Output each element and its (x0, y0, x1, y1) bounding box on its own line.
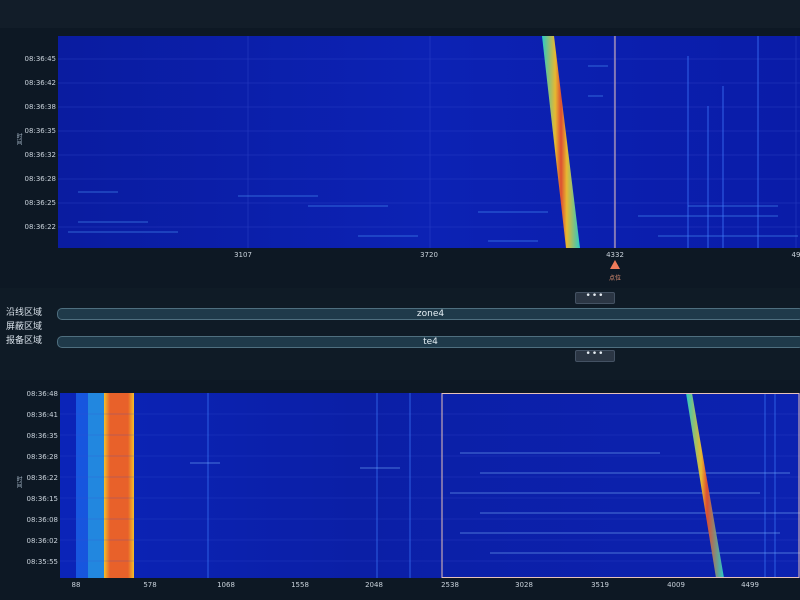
top-y-tick: 08:36:38 (24, 103, 56, 111)
bottom-x-tick: 2048 (365, 581, 383, 589)
top-x-tick: 4332 (606, 251, 624, 259)
top-x-tick: 3720 (420, 251, 438, 259)
bottom-x-tick: 2538 (441, 581, 459, 589)
bottom-x-tick: 88 (71, 581, 81, 589)
bottom-x-tick: 1068 (217, 581, 235, 589)
top-x-tick: 3107 (234, 251, 252, 259)
top-y-tick: 08:36:25 (24, 199, 56, 207)
bottom-waterfall-svg (60, 393, 800, 578)
top-waterfall-plot[interactable] (58, 36, 800, 248)
bottom-y-tick: 08:36:15 (26, 495, 58, 503)
zone-label: 报备区域 (6, 336, 43, 346)
bottom-x-tick: 3028 (515, 581, 533, 589)
bottom-y-axis: 08:36:48 08:36:41 08:36:35 08:36:28 08:3… (0, 390, 58, 579)
bottom-x-tick: 4009 (667, 581, 685, 589)
zone-label: 沿线区域 (6, 308, 43, 318)
more-button-top[interactable]: ••• (575, 292, 615, 304)
top-x-tick: 49 (791, 251, 800, 259)
bottom-x-tick: 4499 (741, 581, 759, 589)
top-waterfall-panel: 时间 08:36:45 08:36:42 08:36:38 08:36:35 0… (0, 28, 800, 288)
top-y-tick: 08:36:22 (24, 223, 56, 231)
top-y-tick: 08:36:32 (24, 151, 56, 159)
bottom-x-tick: 3519 (591, 581, 609, 589)
bottom-y-tick: 08:36:02 (26, 537, 58, 545)
bottom-waterfall-plot[interactable] (60, 393, 800, 578)
top-toolbar (0, 0, 800, 29)
zone-row-shielded: 屏蔽区域 (0, 320, 800, 334)
top-y-tick: 08:36:35 (24, 127, 56, 135)
top-y-axis: 08:36:45 08:36:42 08:36:38 08:36:35 08:3… (0, 36, 56, 248)
zone-row-along-line: 沿线区域 zone4 (0, 306, 800, 320)
top-y-tick: 08:36:28 (24, 175, 56, 183)
bottom-y-tick: 08:36:22 (26, 474, 58, 482)
more-button-bottom[interactable]: ••• (575, 350, 615, 362)
marker-label: 点位 (608, 275, 622, 282)
bottom-y-tick: 08:36:08 (26, 516, 58, 524)
bottom-waterfall-panel: 时间 08:36:48 08:36:41 08:36:35 08:36:28 0… (0, 380, 800, 600)
zone-label: 屏蔽区域 (6, 322, 43, 332)
bottom-y-tick: 08:36:28 (26, 453, 58, 461)
bottom-y-tick: 08:36:35 (26, 432, 58, 440)
zone-value-bar[interactable]: zone4 (57, 308, 800, 320)
bottom-y-tick: 08:36:48 (26, 390, 58, 398)
marker-triangle[interactable] (610, 260, 620, 269)
top-y-tick: 08:36:45 (24, 55, 56, 63)
top-y-tick: 08:36:42 (24, 79, 56, 87)
zone-value-bar[interactable] (57, 322, 800, 332)
zone-row-reported: 报备区域 te4 (0, 334, 800, 348)
bottom-y-tick: 08:35:55 (26, 558, 58, 566)
bottom-x-tick: 1558 (291, 581, 309, 589)
bottom-y-tick: 08:36:41 (26, 411, 58, 419)
zone-value-bar[interactable]: te4 (57, 336, 800, 348)
top-waterfall-svg (58, 36, 800, 248)
bottom-x-tick: 578 (143, 581, 157, 589)
